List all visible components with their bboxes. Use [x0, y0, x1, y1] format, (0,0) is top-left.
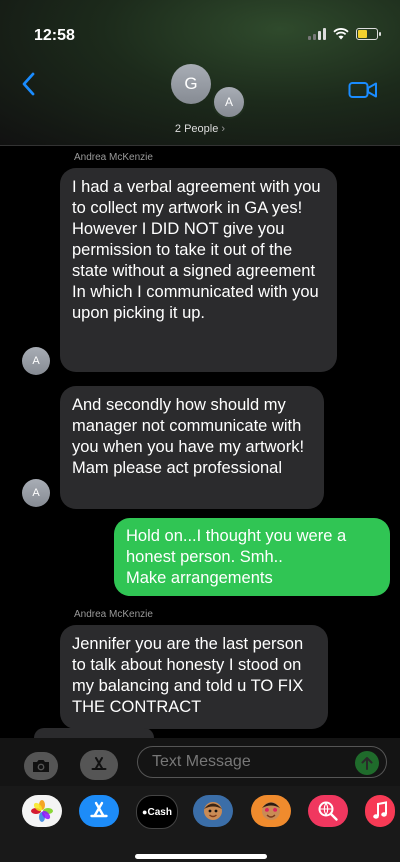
people-count-label: 2 People [174, 123, 219, 135]
globe-search-icon [318, 801, 338, 821]
app-store-icon [90, 801, 108, 818]
memoji-icon [204, 802, 222, 820]
memoji-stickers-icon [262, 802, 280, 820]
music-app-button[interactable] [365, 795, 395, 827]
incoming-message-bubble[interactable]: And secondly how should my manager not c… [60, 386, 324, 509]
arrow-up-icon [361, 757, 373, 770]
cellular-signal-icon [308, 28, 326, 40]
chevron-left-icon [22, 72, 35, 96]
back-button[interactable] [22, 72, 36, 101]
wifi-icon [333, 28, 349, 40]
chevron-right-icon: › [221, 123, 226, 135]
battery-icon [356, 28, 381, 40]
group-avatar-secondary[interactable]: A [212, 85, 246, 119]
camera-button[interactable] [24, 752, 58, 780]
group-details-link[interactable]: 2 People › [0, 123, 400, 135]
music-note-icon [373, 801, 387, 819]
apple-cash-button[interactable]: ● Cash [136, 795, 178, 829]
imessage-app-tray: ● Cash [0, 786, 400, 862]
apple-cash-label: Cash [147, 806, 172, 818]
home-indicator[interactable] [135, 854, 267, 859]
sender-avatar[interactable]: A [22, 347, 50, 375]
message-thread[interactable]: Andrea McKenzie I had a verbal agreement… [0, 146, 400, 738]
typing-indicator-bubble [34, 728, 154, 738]
message-composer [0, 738, 400, 786]
message-input[interactable] [137, 746, 387, 778]
status-icons [308, 28, 381, 40]
message-sender-name: Andrea McKenzie [74, 152, 153, 163]
memoji-stickers-button[interactable] [251, 795, 291, 827]
message-sender-name: Andrea McKenzie [74, 609, 153, 620]
app-store-tray-button[interactable] [79, 795, 119, 827]
incoming-message-bubble[interactable]: I had a verbal agreement with you to col… [60, 168, 337, 372]
incoming-message-bubble[interactable]: Jennifer you are the last person to talk… [60, 625, 328, 729]
outgoing-message-bubble[interactable]: Hold on...I thought you were a honest pe… [114, 518, 390, 596]
image-search-button[interactable] [308, 795, 348, 827]
facetime-video-button[interactable] [348, 80, 378, 105]
group-avatar-primary[interactable]: G [171, 64, 211, 104]
photos-icon [31, 800, 53, 822]
app-store-button[interactable] [80, 750, 118, 780]
conversation-header: 12:58 G A 2 People › [0, 0, 400, 146]
memoji-button[interactable] [193, 795, 233, 827]
sender-avatar[interactable]: A [22, 479, 50, 507]
app-store-icon [91, 757, 107, 770]
status-time: 12:58 [34, 27, 75, 44]
camera-icon [33, 760, 49, 772]
photos-app-button[interactable] [22, 795, 62, 827]
video-camera-icon [348, 82, 377, 98]
send-button[interactable] [355, 751, 379, 775]
